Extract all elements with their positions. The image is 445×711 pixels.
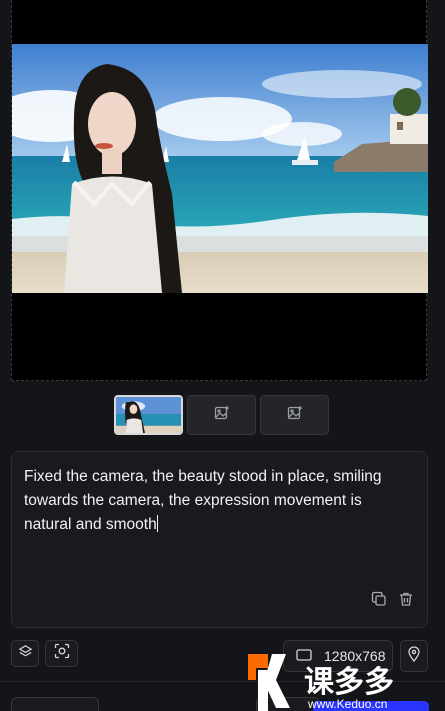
add-image-slot-3[interactable] <box>260 395 329 435</box>
layers-icon <box>18 644 33 664</box>
text-cursor <box>156 515 158 532</box>
bottom-left-button[interactable] <box>11 697 99 711</box>
copy-icon[interactable] <box>371 591 387 612</box>
reference-images-row <box>114 395 329 435</box>
layers-button[interactable] <box>11 640 39 667</box>
add-image-slot-2[interactable] <box>187 395 256 435</box>
trash-icon[interactable] <box>398 591 414 612</box>
prompt-textarea[interactable]: Fixed the camera, the beauty stood in pl… <box>11 451 428 628</box>
focus-scan-button[interactable] <box>45 640 78 667</box>
watermark-logo: 课多多 www.Keduo.cn <box>246 652 445 711</box>
watermark-url: www.Keduo.cn <box>307 697 387 711</box>
prompt-actions <box>371 591 414 612</box>
thumbnail-image-1[interactable] <box>114 395 183 435</box>
watermark-text: 课多多 <box>304 666 394 699</box>
prompt-text[interactable]: Fixed the camera, the beauty stood in pl… <box>24 465 413 537</box>
image-add-icon <box>287 405 303 426</box>
beach-portrait-image <box>12 44 428 293</box>
video-preview-frame <box>11 0 428 381</box>
image-add-icon <box>214 405 230 426</box>
focus-scan-icon <box>54 643 70 664</box>
